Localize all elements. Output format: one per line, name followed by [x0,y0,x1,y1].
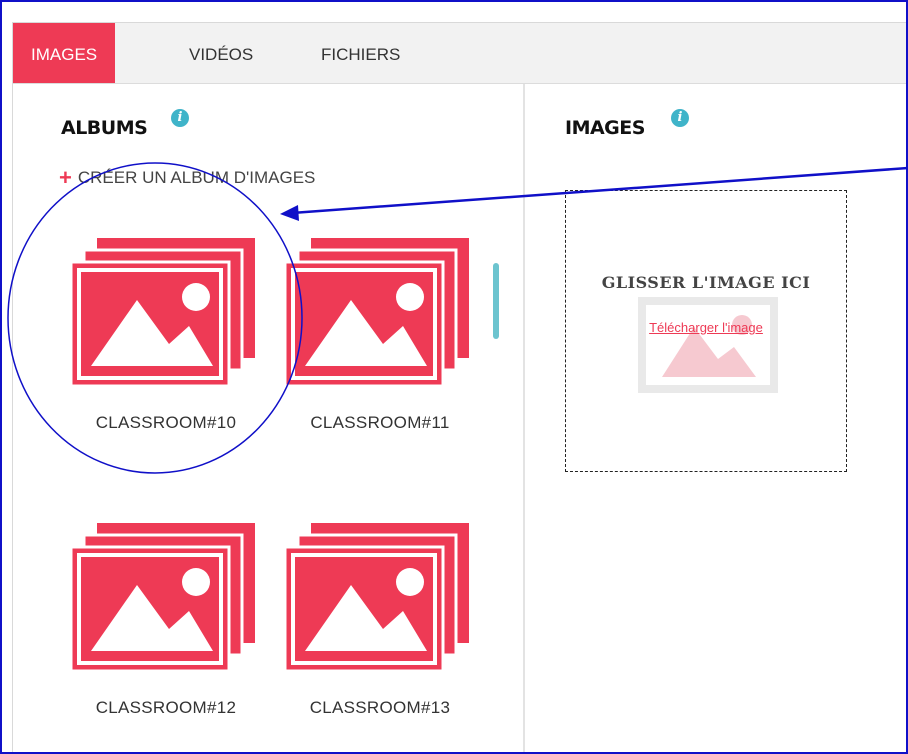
album-name: CLASSROOM#13 [309,698,451,717]
media-library-panel: IMAGES VIDÉOS FICHIERS ALBUMS i + CRÉER U… [12,22,906,752]
tab-videos[interactable]: VIDÉOS [171,23,271,83]
image-stack-icon [285,523,469,673]
info-icon[interactable]: i [671,109,689,127]
create-album-label: CRÉER UN ALBUM D'IMAGES [77,168,316,187]
albums-column: ALBUMS i + CRÉER UN ALBUM D'IMAGES CLASSR… [13,84,525,752]
tab-images[interactable]: IMAGES [13,23,116,83]
album-item[interactable]: CLASSROOM#13 [285,523,485,743]
info-icon[interactable]: i [171,109,189,127]
screenshot-frame: IMAGES VIDÉOS FICHIERS ALBUMS i + CRÉER U… [0,0,908,754]
image-stack-icon [71,238,255,388]
images-column: IMAGES i GLISSER L'IMAGE ICI Télécharger… [525,84,906,752]
image-dropzone[interactable]: GLISSER L'IMAGE ICI Télécharger l'image [565,190,847,472]
scrollbar-thumb[interactable] [493,263,499,339]
album-item[interactable]: CLASSROOM#10 [71,238,271,458]
images-title: IMAGES [565,117,645,139]
create-album-button[interactable]: + CRÉER UN ALBUM D'IMAGES [59,165,315,191]
dropzone-text: GLISSER L'IMAGE ICI [601,273,811,292]
album-item[interactable]: CLASSROOM#12 [71,523,271,743]
album-name: CLASSROOM#11 [310,413,450,432]
tab-files[interactable]: FICHIERS [303,23,418,83]
album-name: CLASSROOM#10 [95,413,237,432]
plus-icon: + [59,165,72,190]
upload-image-link[interactable]: Télécharger l'image [566,320,846,335]
image-placeholder-icon [638,297,778,393]
album-name: CLASSROOM#12 [95,698,237,717]
tab-bar: IMAGES VIDÉOS FICHIERS [13,23,906,84]
albums-title: ALBUMS [61,117,148,139]
image-stack-icon [285,238,469,388]
image-stack-icon [71,523,255,673]
album-item[interactable]: CLASSROOM#11 [285,238,485,458]
